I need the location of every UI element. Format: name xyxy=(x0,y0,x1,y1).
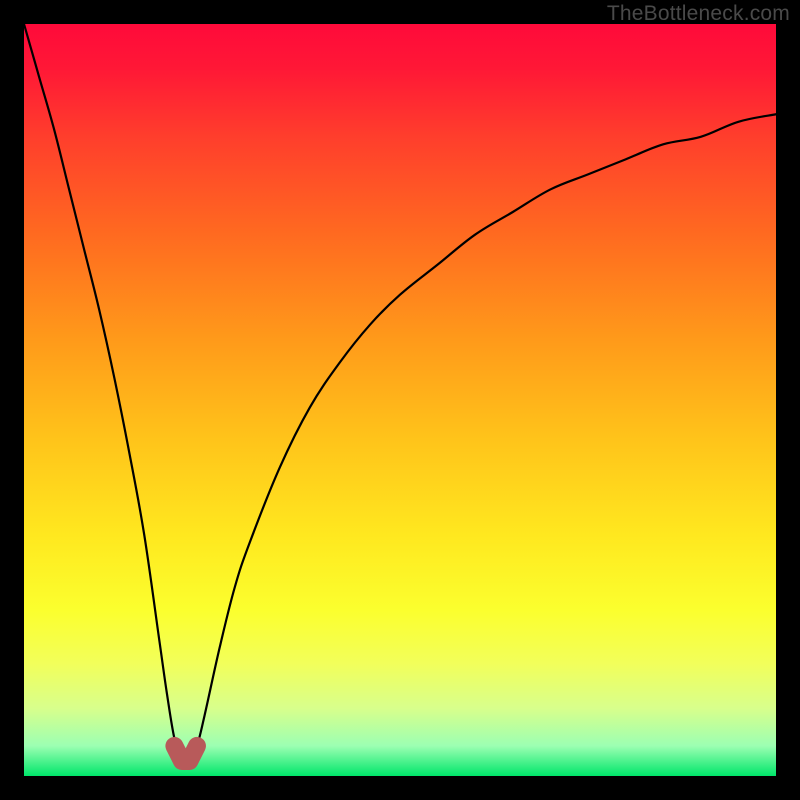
watermark-text: TheBottleneck.com xyxy=(607,2,790,26)
minimum-marker xyxy=(174,746,197,761)
bottleneck-curve xyxy=(24,24,776,764)
plot-area xyxy=(24,24,776,776)
bottleneck-chart xyxy=(24,24,776,776)
